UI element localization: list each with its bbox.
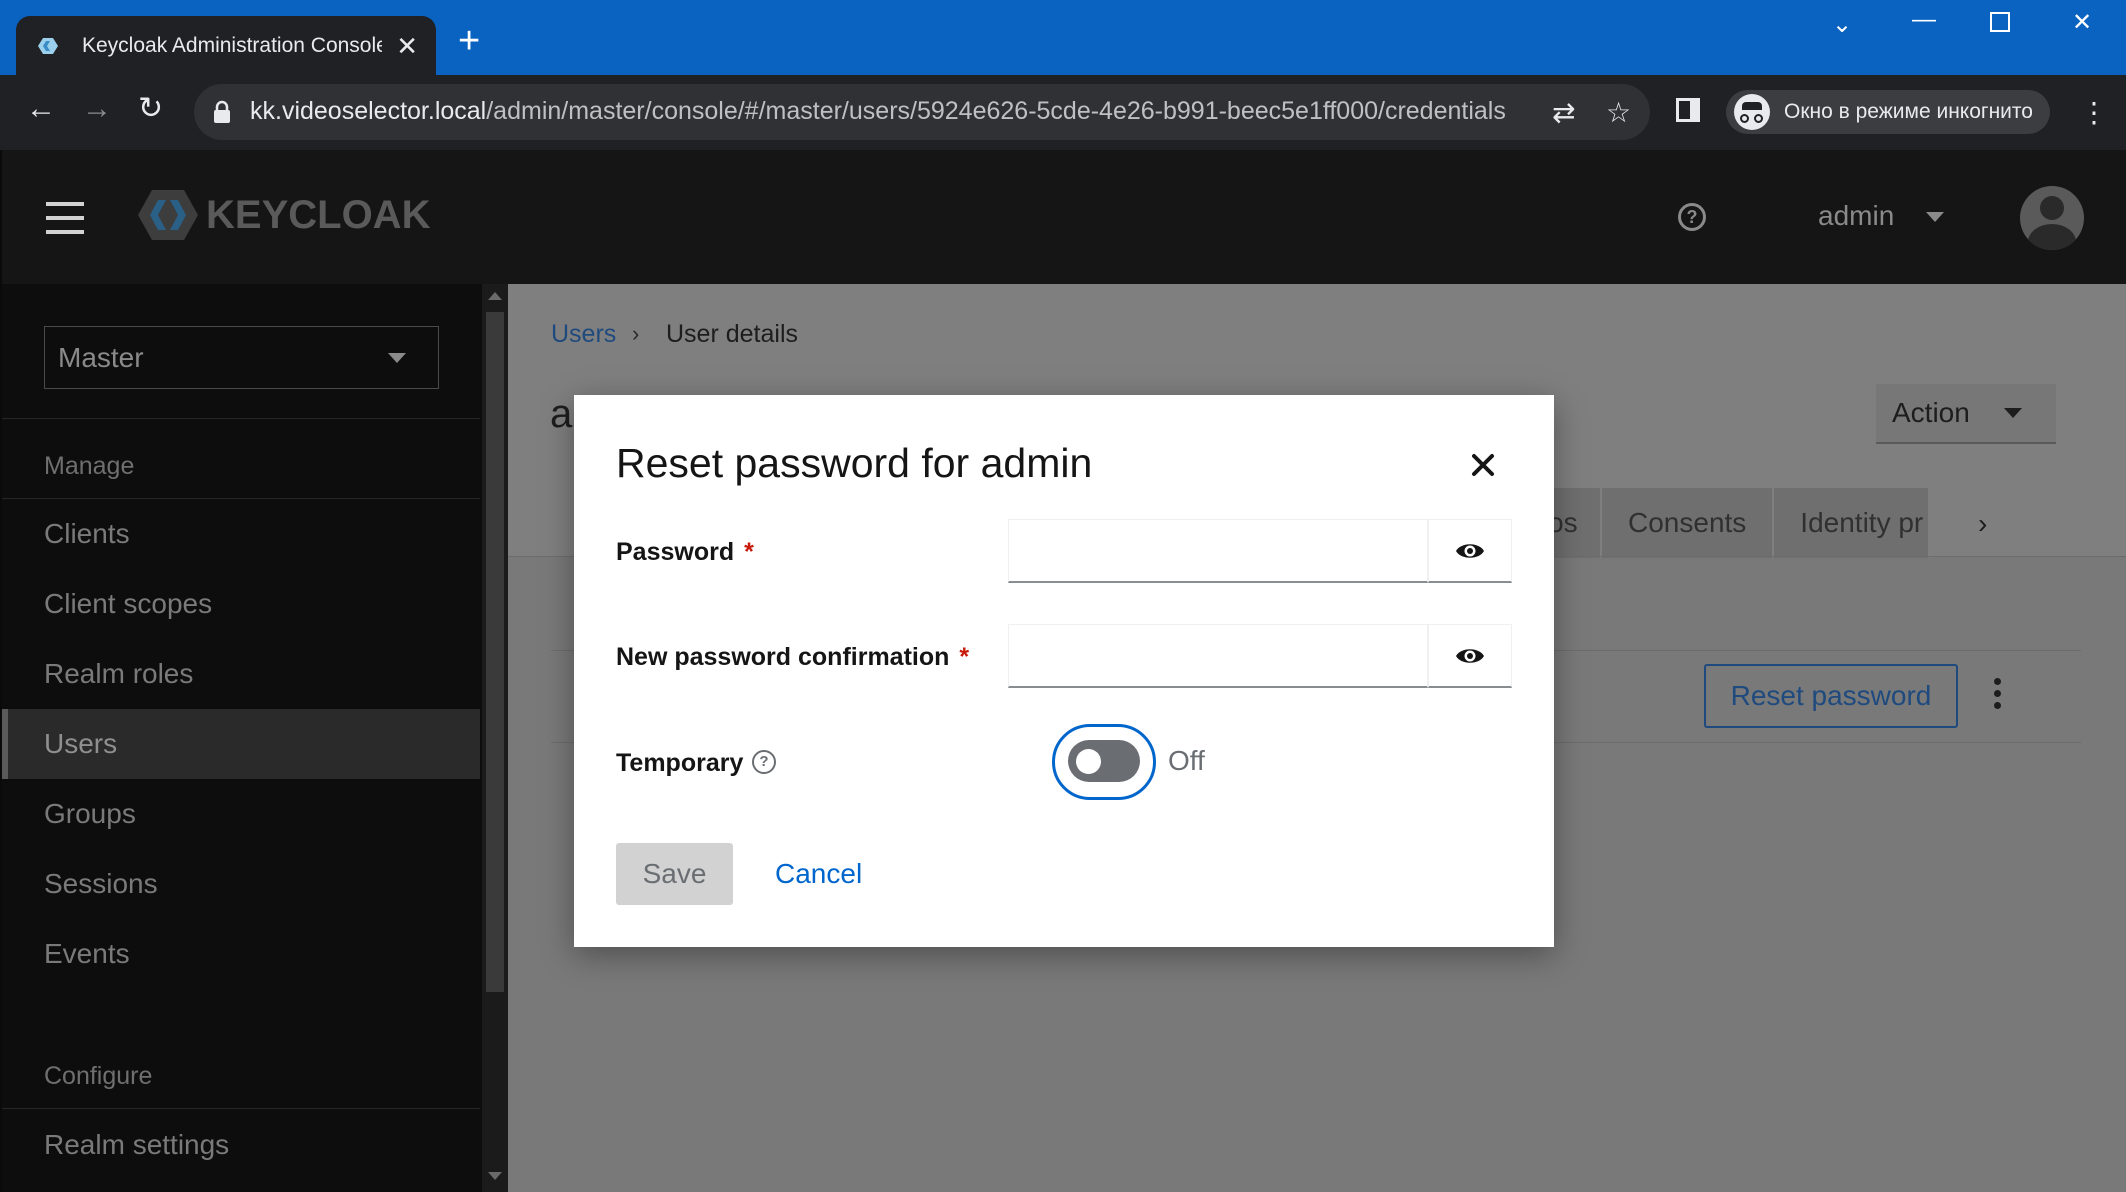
- user-tabs: os Consents Identity pr: [1540, 488, 1931, 558]
- translate-icon[interactable]: ⇄: [1552, 96, 1575, 129]
- user-menu-toggle[interactable]: admin: [1818, 200, 1894, 232]
- breadcrumb-users-link[interactable]: Users: [551, 320, 616, 349]
- keycloak-favicon-icon: [38, 37, 58, 54]
- required-mark: *: [959, 643, 970, 671]
- modal-close-icon[interactable]: [1470, 452, 1496, 478]
- incognito-icon: [1734, 94, 1770, 130]
- sidebar-item-events[interactable]: Events: [2, 919, 480, 989]
- minimize-icon[interactable]: —: [1912, 6, 1936, 34]
- chevron-right-icon: ›: [632, 321, 640, 346]
- show-password-button[interactable]: [1428, 519, 1512, 583]
- avatar[interactable]: [2020, 186, 2084, 250]
- temporary-label: Temporary: [616, 749, 744, 777]
- caret-down-icon[interactable]: [1926, 212, 1944, 222]
- sidebar-group-manage: Manage: [44, 452, 135, 480]
- tab-title: Keycloak Administration Console: [82, 33, 382, 57]
- cancel-button[interactable]: Cancel: [775, 843, 862, 905]
- sidebar-item-client-scopes[interactable]: Client scopes: [2, 569, 480, 639]
- caret-down-icon[interactable]: [388, 353, 406, 363]
- tab-identity-provider-links[interactable]: Identity pr: [1774, 488, 1931, 558]
- kebab-menu-icon[interactable]: [1994, 678, 2002, 714]
- sidebar-item-users[interactable]: Users: [2, 709, 480, 779]
- incognito-label: Окно в режиме инкогнито: [1784, 100, 2033, 123]
- incognito-indicator[interactable]: Окно в режиме инкогнито: [1726, 90, 2050, 134]
- eye-icon: [1456, 543, 1484, 558]
- required-mark: *: [744, 538, 754, 566]
- sidebar-item-sessions[interactable]: Sessions: [2, 849, 480, 919]
- eye-icon: [1456, 648, 1484, 663]
- url-text[interactable]: kk.videoselector.local/admin/master/cons…: [250, 97, 1506, 126]
- show-confirm-password-button[interactable]: [1428, 624, 1512, 688]
- browser-tab[interactable]: Keycloak Administration Console ✕: [16, 16, 436, 75]
- keycloak-logo-icon: [138, 190, 198, 240]
- reset-password-button[interactable]: Reset password: [1704, 664, 1958, 728]
- page-title: a: [550, 392, 573, 436]
- keycloak-logo[interactable]: KEYCLOAK: [136, 186, 430, 244]
- tabs-scroll-right-icon[interactable]: ›: [1978, 508, 1987, 540]
- toggle-knob[interactable]: [1076, 749, 1101, 774]
- password-label: Password *: [616, 538, 754, 566]
- new-tab-icon[interactable]: +: [458, 22, 480, 60]
- sidebar-item-realm-settings[interactable]: Realm settings: [2, 1110, 480, 1180]
- toggle-state-label: Off: [1168, 745, 1205, 776]
- brand-name: KEYCLOAK: [206, 192, 431, 237]
- sidebar-item-groups[interactable]: Groups: [2, 779, 480, 849]
- browser-menu-icon[interactable]: ⋮: [2080, 96, 2108, 129]
- hamburger-menu-icon[interactable]: [46, 202, 84, 234]
- reload-icon[interactable]: ↻: [138, 94, 163, 124]
- sidebar-divider: [2, 418, 480, 419]
- lock-icon[interactable]: [212, 100, 232, 124]
- tab-close-icon[interactable]: ✕: [396, 33, 418, 59]
- tab-consents[interactable]: Consents: [1602, 488, 1775, 558]
- confirm-password-input[interactable]: [1008, 624, 1428, 688]
- caret-down-icon[interactable]: [2004, 408, 2022, 418]
- sidebar-group-configure: Configure: [44, 1062, 153, 1090]
- tab-search-icon[interactable]: ⌄: [1832, 10, 1852, 39]
- action-dropdown[interactable]: Action: [1876, 384, 2056, 444]
- realm-selector-value: Master: [58, 342, 144, 373]
- window-close-icon[interactable]: ✕: [2072, 8, 2092, 37]
- forward-icon[interactable]: →: [82, 94, 112, 124]
- scroll-down-icon[interactable]: [488, 1172, 502, 1180]
- bookmark-star-icon[interactable]: ☆: [1606, 96, 1631, 129]
- sidebar-item-clients[interactable]: Clients: [2, 499, 480, 569]
- scroll-up-icon[interactable]: [488, 292, 502, 300]
- sidebar-item-realm-roles[interactable]: Realm roles: [2, 639, 480, 709]
- help-icon[interactable]: ?: [1678, 203, 1706, 231]
- side-panel-icon[interactable]: [1676, 98, 1700, 122]
- password-input[interactable]: [1008, 519, 1428, 583]
- maximize-icon[interactable]: [1990, 12, 2010, 32]
- confirm-password-label: New password confirmation *: [616, 643, 970, 671]
- breadcrumb-current: User details: [666, 320, 798, 348]
- help-icon[interactable]: ?: [752, 750, 776, 774]
- sidebar-divider: [2, 1108, 480, 1109]
- modal-title: Reset password for admin: [616, 440, 1093, 486]
- save-button[interactable]: Save: [616, 843, 733, 905]
- sidebar-scroll-thumb[interactable]: [486, 312, 504, 992]
- back-icon[interactable]: ←: [26, 94, 56, 124]
